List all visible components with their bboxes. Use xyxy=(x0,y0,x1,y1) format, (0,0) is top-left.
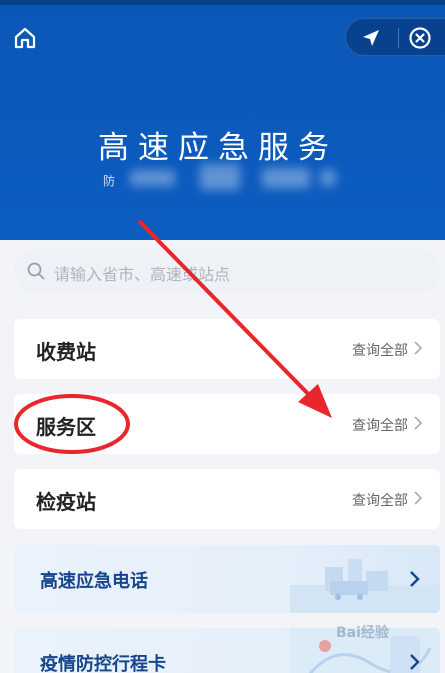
view-all-link[interactable]: 查询全部 xyxy=(352,490,408,510)
search-placeholder: 请输入省市、高速或站点 xyxy=(54,265,231,284)
card-label: 检疫站 xyxy=(36,490,96,514)
home-icon[interactable] xyxy=(12,25,38,51)
banner-label: 疫情防控行程卡 xyxy=(40,654,166,673)
page-title: 高速应急服务 xyxy=(98,130,338,166)
banner-emergency-phone[interactable]: 高速应急电话 xyxy=(14,545,440,613)
view-all-link[interactable]: 查询全部 xyxy=(352,415,408,435)
capsule-divider xyxy=(398,28,399,48)
blurred-text xyxy=(130,170,175,186)
card-label: 服务区 xyxy=(36,415,96,439)
chevron-right-icon xyxy=(412,415,424,431)
card-service-area[interactable]: 服务区 查询全部 xyxy=(14,394,440,454)
search-icon xyxy=(26,261,46,281)
page-subtitle: 防 xyxy=(103,174,116,188)
card-quarantine-station[interactable]: 检疫站 查询全部 xyxy=(14,469,440,529)
mini-program-capsule xyxy=(345,18,445,56)
chevron-right-icon xyxy=(412,340,424,356)
chevron-right-icon xyxy=(408,652,422,672)
card-toll-station[interactable]: 收费站 查询全部 xyxy=(14,319,440,379)
banner-label: 高速应急电话 xyxy=(40,571,148,592)
search-input[interactable]: 请输入省市、高速或站点 xyxy=(14,248,440,294)
blurred-text xyxy=(262,168,310,188)
close-icon[interactable] xyxy=(408,26,432,50)
blurred-text xyxy=(200,164,240,190)
blurred-text xyxy=(320,170,336,186)
chevron-right-icon xyxy=(412,490,424,506)
location-arrow-icon[interactable] xyxy=(360,27,382,49)
view-all-link[interactable]: 查询全部 xyxy=(352,340,408,360)
chevron-right-icon xyxy=(408,569,422,589)
header-banner: 高速应急服务 防 xyxy=(0,0,445,240)
watermark: Bai经验 xyxy=(336,625,389,641)
card-label: 收费站 xyxy=(36,340,96,364)
